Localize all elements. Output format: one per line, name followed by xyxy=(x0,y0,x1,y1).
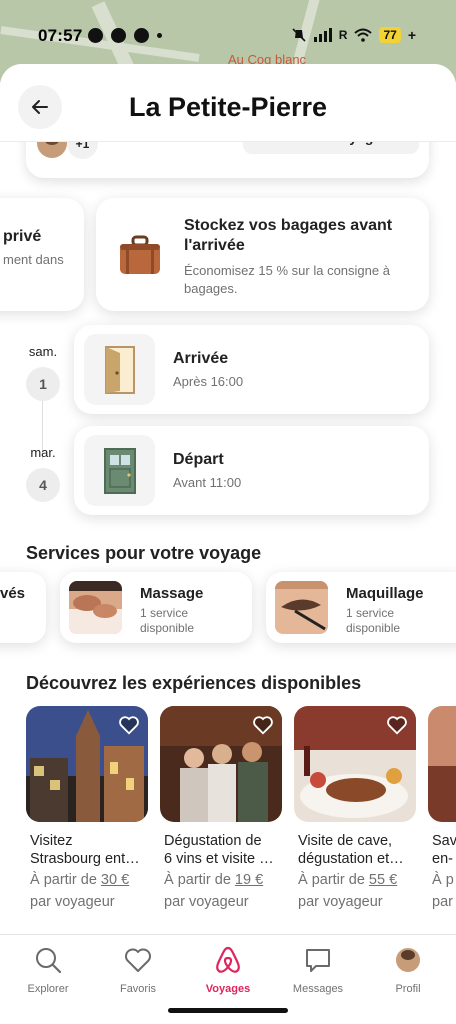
trip-sheet: La Petite-Pierre +1 Inviter des voyageur… xyxy=(0,64,456,1024)
service-makeup-subtitle: 1 service disponible xyxy=(346,606,401,635)
luggage-storage-card[interactable]: Stockez vos bagages avant l'arrivée Écon… xyxy=(96,198,429,311)
services-heading: Services pour votre voyage xyxy=(26,543,262,563)
battery-indicator: 77 xyxy=(379,27,401,43)
private-card-title: privé xyxy=(3,228,42,245)
tab-label: Favoris xyxy=(119,983,157,995)
whatsapp-icon xyxy=(111,28,126,43)
experience-name: Visite de cave, dégustation et… xyxy=(298,833,404,867)
message-icon xyxy=(306,949,330,972)
service-card-massage[interactable]: Massage 1 service disponible xyxy=(60,572,252,643)
page-title: La Petite-Pierre xyxy=(128,92,328,122)
private-service-card[interactable]: privé ment dans xyxy=(0,198,84,311)
experience-photo-partial xyxy=(428,706,456,822)
bottom-tab-bar: Explorer Favoris Voyages Messages Profil xyxy=(0,934,456,1024)
experience-photo-wine-tasting xyxy=(160,706,282,822)
experience-name: Sav en- xyxy=(432,833,456,867)
makeup-photo xyxy=(275,581,328,634)
checkin-subtitle: Après 16:00 xyxy=(173,374,244,389)
private-card-subtitle: ment dans xyxy=(3,252,64,267)
checkout-title: Départ xyxy=(173,451,224,468)
experience-photo-cellar-visit xyxy=(294,706,416,822)
massage-photo xyxy=(69,581,122,634)
checkin-day-number: 1 xyxy=(26,367,60,401)
charging-icon: + xyxy=(407,27,416,43)
status-bar: 07:57 R 77 + xyxy=(0,0,456,60)
status-time: 07:57 xyxy=(38,26,83,45)
experience-price: À partir de 30 € xyxy=(30,872,130,888)
app-notification-icon xyxy=(88,28,103,43)
signal-icon xyxy=(313,28,332,42)
favorite-heart-icon[interactable] xyxy=(252,714,274,736)
tab-favoris[interactable]: Favoris xyxy=(93,945,183,995)
checkout-date: mar. 4 xyxy=(26,445,60,502)
home-indicator xyxy=(168,1008,288,1013)
door-closed-icon xyxy=(84,435,155,506)
heart-icon xyxy=(125,948,151,972)
checkout-subtitle: Avant 11:00 xyxy=(173,475,242,490)
checkin-day-name: sam. xyxy=(28,344,58,359)
network-label: R xyxy=(338,28,348,42)
door-open-icon xyxy=(84,334,155,405)
notification-icons xyxy=(88,28,162,43)
service-card-makeup[interactable]: Maquillage 1 service disponible xyxy=(266,572,456,643)
chat-notification-icon xyxy=(134,28,149,43)
luggage-card-subtitle: Économisez 15 % sur la consigne à bagage… xyxy=(184,263,390,296)
service-massage-title: Massage xyxy=(140,585,204,602)
experience-price-unit: par xyxy=(432,894,453,910)
checkout-card[interactable]: Départ Avant 11:00 xyxy=(74,426,429,515)
experience-photo-strasbourg xyxy=(26,706,148,822)
experience-name: Dégustation de 6 vins et visite … xyxy=(164,833,274,867)
favorite-heart-icon[interactable] xyxy=(386,714,408,736)
service-card-partial[interactable]: vés xyxy=(0,572,46,643)
tab-explorer[interactable]: Explorer xyxy=(3,945,93,995)
experience-price-unit: par voyageur xyxy=(30,894,115,910)
checkin-card[interactable]: Arrivée Après 16:00 xyxy=(74,325,429,414)
sheet-header: La Petite-Pierre xyxy=(0,64,456,142)
more-notifications-icon xyxy=(157,33,162,38)
service-partial-title: vés xyxy=(0,585,26,602)
experience-name: Visitez Strasbourg ent… xyxy=(30,833,140,867)
avatar xyxy=(396,948,420,972)
experience-card[interactable]: Visite de cave, dégustation et… À partir… xyxy=(294,706,416,910)
tab-label: Explorer xyxy=(27,983,69,995)
service-massage-subtitle: 1 service disponible xyxy=(140,606,195,635)
experience-card[interactable]: Sav en- À p par xyxy=(428,706,456,910)
tab-profil[interactable]: Profil xyxy=(363,945,453,995)
checkout-day-number: 4 xyxy=(26,468,60,502)
checkin-date: sam. 1 xyxy=(26,344,60,401)
checkout-day-name: mar. xyxy=(30,445,56,460)
experience-price: À p xyxy=(432,872,454,888)
tab-label: Voyages xyxy=(205,983,251,995)
experience-card[interactable]: Dégustation de 6 vins et visite … À part… xyxy=(160,706,282,910)
suitcase-icon xyxy=(120,235,160,274)
tab-voyages[interactable]: Voyages xyxy=(183,945,273,995)
tab-label: Messages xyxy=(292,983,344,995)
experience-card[interactable]: Visitez Strasbourg ent… À partir de 30 €… xyxy=(26,706,148,910)
favorite-heart-icon[interactable] xyxy=(118,714,140,736)
experiences-heading: Découvrez les expériences disponibles xyxy=(26,673,362,693)
airbnb-logo-icon xyxy=(216,946,240,973)
checkin-title: Arrivée xyxy=(173,350,229,367)
luggage-card-title: Stockez vos bagages avant l'arrivée xyxy=(184,217,393,254)
status-right: R 77 + xyxy=(291,27,416,43)
experience-price: À partir de 55 € xyxy=(298,872,398,888)
service-makeup-title: Maquillage xyxy=(346,585,424,602)
tab-messages[interactable]: Messages xyxy=(273,945,363,995)
search-icon xyxy=(36,948,62,974)
tab-label: Profil xyxy=(395,983,421,995)
experience-price-unit: par voyageur xyxy=(298,894,383,910)
experience-price: À partir de 19 € xyxy=(164,872,264,888)
experience-price-unit: par voyageur xyxy=(164,894,249,910)
wifi-icon xyxy=(354,28,373,42)
mute-icon xyxy=(292,28,306,42)
